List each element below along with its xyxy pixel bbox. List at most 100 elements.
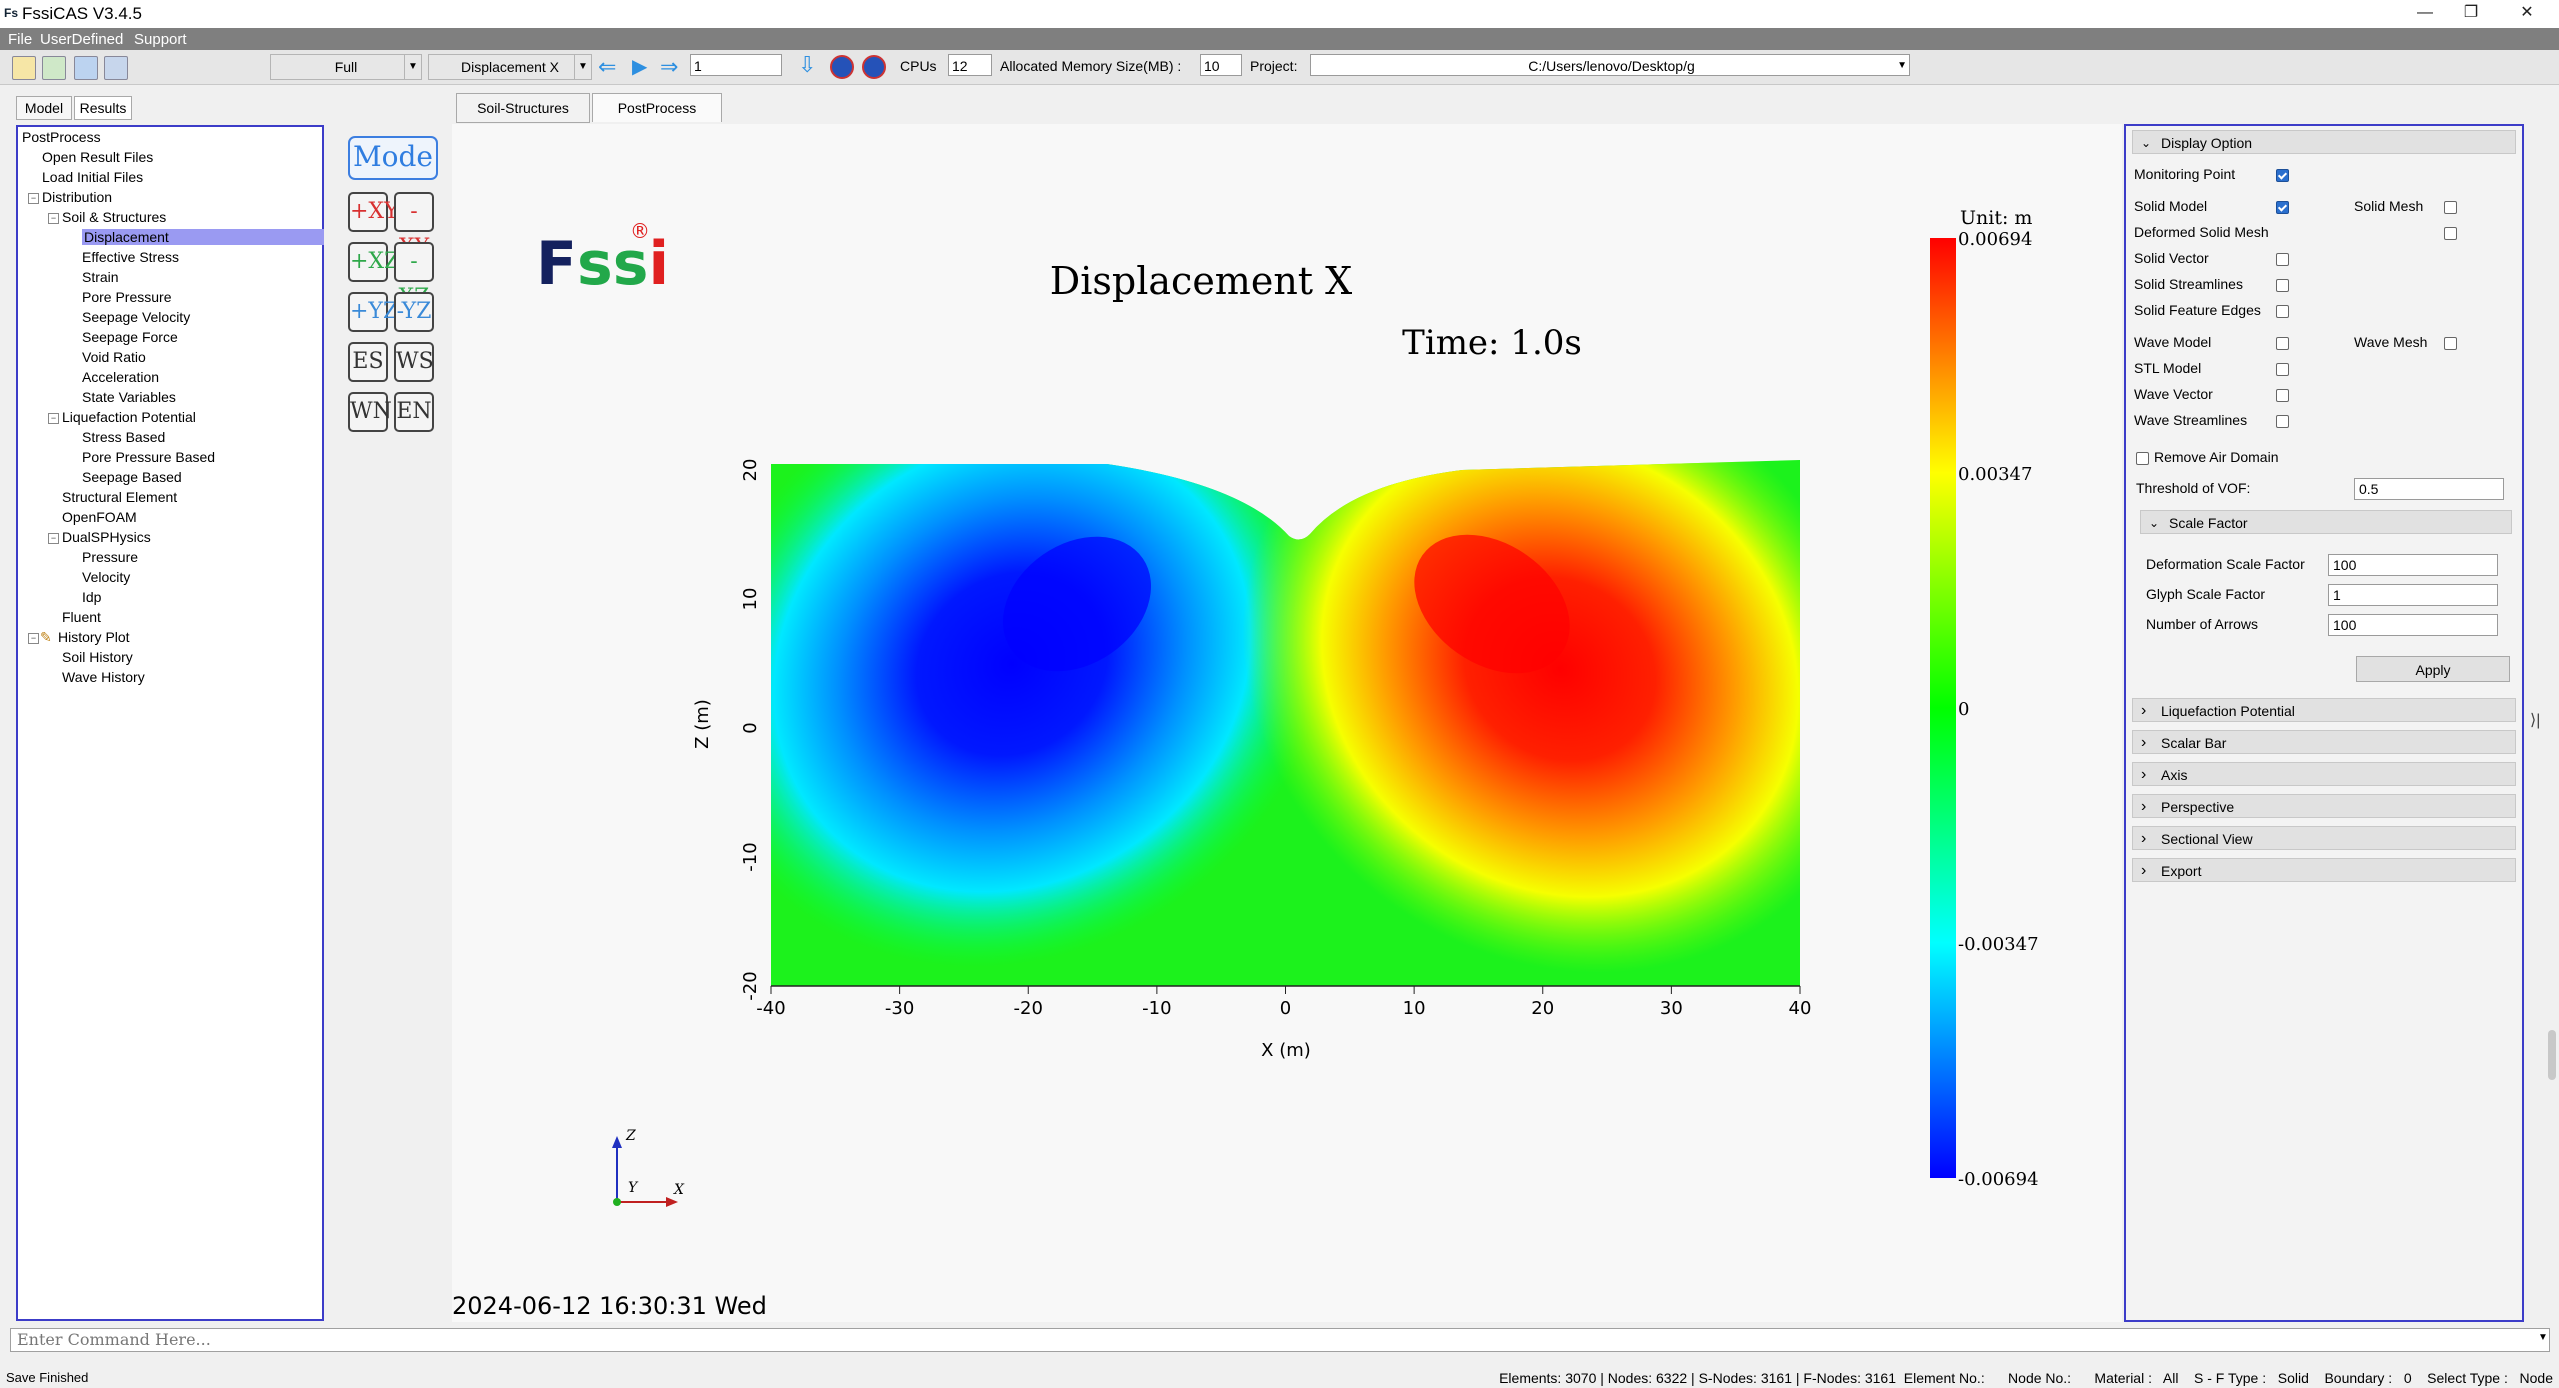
tree-item[interactable]: Seepage Force — [82, 329, 178, 345]
option-checkbox[interactable] — [2276, 201, 2289, 214]
save-icon[interactable] — [74, 56, 98, 80]
tree-item[interactable]: Void Ratio — [82, 349, 146, 365]
remove-air-checkbox[interactable] — [2136, 452, 2149, 465]
expand-toggle-icon[interactable]: − — [48, 213, 59, 224]
menu-file[interactable]: File — [8, 31, 32, 48]
glyph-scale-input[interactable]: 1 — [2328, 584, 2498, 606]
option-checkbox[interactable] — [2276, 363, 2289, 376]
expand-toggle-icon[interactable]: − — [28, 193, 39, 204]
layout-icon[interactable] — [104, 56, 128, 80]
view-button-neg-yz[interactable]: -YZ — [394, 292, 434, 332]
section-axis[interactable]: › Axis — [2132, 762, 2516, 786]
tree-item[interactable]: Soil History — [62, 649, 133, 665]
expand-toggle-icon[interactable]: − — [48, 533, 59, 544]
open-folder-icon[interactable] — [12, 56, 36, 80]
number-of-arrows-input[interactable]: 100 — [2328, 614, 2498, 636]
minimize-icon[interactable]: — — [2410, 2, 2440, 24]
tree-item[interactable]: Seepage Velocity — [82, 309, 190, 325]
tree-item[interactable]: Effective Stress — [82, 249, 179, 265]
view-button-wn[interactable]: WN — [348, 392, 392, 432]
tree-item[interactable]: Seepage Based — [82, 469, 182, 485]
tree-item[interactable]: Pressure — [82, 549, 138, 565]
command-input[interactable]: Enter Command Here... — [10, 1328, 2550, 1352]
option-checkbox[interactable] — [2444, 337, 2457, 350]
section-scale-factor[interactable]: ⌄ Scale Factor — [2140, 510, 2512, 534]
project-path-select[interactable]: C:/Users/lenovo/Desktop/g ▼ — [1310, 54, 1910, 76]
tree-item[interactable]: Soil & Structures — [62, 209, 166, 225]
step-back-icon[interactable]: ⇐ — [598, 54, 616, 80]
tab-results[interactable]: Results — [74, 96, 132, 120]
option-checkbox[interactable] — [2444, 227, 2457, 240]
option-checkbox[interactable] — [2276, 415, 2289, 428]
tree-item[interactable]: Acceleration — [82, 369, 159, 385]
threshold-input[interactable]: 0.5 — [2354, 478, 2504, 500]
tree-item[interactable]: Fluent — [62, 609, 101, 625]
view-button-posneg-xy[interactable]: +XY — [348, 192, 399, 232]
tree-item[interactable]: PostProcess — [22, 129, 101, 145]
option-checkbox[interactable] — [2276, 389, 2289, 402]
tree-item[interactable]: Idp — [82, 589, 101, 605]
tree-item[interactable]: Stress Based — [82, 429, 165, 445]
play-icon[interactable]: ▶ — [632, 54, 647, 79]
option-checkbox[interactable] — [2276, 169, 2289, 182]
memory-input[interactable]: 10 — [1200, 54, 1242, 76]
tree-item[interactable]: Pore Pressure Based — [82, 449, 215, 465]
view-button-en[interactable]: EN — [394, 392, 434, 432]
new-project-icon[interactable] — [42, 56, 66, 80]
tree-item[interactable]: Distribution — [42, 189, 112, 205]
section-scalar-bar[interactable]: › Scalar Bar — [2132, 730, 2516, 754]
tree-item[interactable]: Strain — [82, 269, 119, 285]
mode-button[interactable]: Mode — [348, 136, 438, 180]
tab-soil-structures[interactable]: Soil-Structures — [456, 93, 590, 123]
tree-item[interactable]: Wave History — [62, 669, 145, 685]
section-liquefaction-potential[interactable]: › Liquefaction Potential — [2132, 698, 2516, 722]
expand-toggle-icon[interactable]: − — [28, 633, 39, 644]
option-checkbox[interactable] — [2276, 305, 2289, 318]
expand-toggle-icon[interactable]: − — [48, 413, 59, 424]
deformation-scale-input[interactable]: 100 — [2328, 554, 2498, 576]
view-button-posneg-xz[interactable]: +XZ — [348, 242, 399, 282]
tab-postprocess[interactable]: PostProcess — [592, 93, 722, 122]
option-checkbox[interactable] — [2276, 279, 2289, 292]
tree-item[interactable]: State Variables — [82, 389, 176, 405]
maximize-icon[interactable]: ❐ — [2456, 2, 2486, 24]
section-display-option[interactable]: ⌄ Display Option — [2132, 130, 2516, 154]
view-button-ws[interactable]: WS — [394, 342, 434, 382]
cpus-input[interactable]: 12 — [948, 54, 992, 76]
chevron-down-icon[interactable]: ▼ — [2538, 1332, 2548, 1343]
tree-item[interactable]: Velocity — [82, 569, 130, 585]
tree-item[interactable]: Open Result Files — [42, 149, 153, 165]
view-button-neg-xy[interactable]: -XY — [394, 192, 434, 260]
view-button-es[interactable]: ES — [348, 342, 388, 382]
section-sectional-view[interactable]: › Sectional View — [2132, 826, 2516, 850]
view-button-neg-xz[interactable]: -XZ — [394, 242, 434, 310]
tree-item[interactable]: DualSPHysics — [62, 529, 151, 545]
screenshot-icon[interactable] — [862, 55, 886, 79]
tree-item[interactable]: Pore Pressure — [82, 289, 171, 305]
view-button-posneg-yz[interactable]: +YZ — [348, 292, 398, 332]
menu-support[interactable]: Support — [134, 31, 187, 48]
tree-item[interactable]: OpenFOAM — [62, 509, 137, 525]
section-export[interactable]: › Export — [2132, 858, 2516, 882]
viewer-3d[interactable]: Fssi ® Displacement X Time: 1.0s -40 -30-… — [452, 124, 2122, 1322]
option-checkbox[interactable] — [2276, 253, 2289, 266]
tree-item[interactable]: Liquefaction Potential — [62, 409, 196, 425]
tree-item[interactable]: Load Initial Files — [42, 169, 143, 185]
tree-item[interactable]: Displacement — [82, 229, 324, 245]
apply-button[interactable]: Apply — [2356, 656, 2510, 682]
tree-item[interactable]: Structural Element — [62, 489, 177, 505]
scrollbar-handle[interactable] — [2548, 1030, 2556, 1080]
download-icon[interactable]: ⇩ — [798, 52, 816, 78]
menu-userdefined[interactable]: UserDefined — [40, 31, 123, 48]
tab-model[interactable]: Model — [16, 96, 72, 120]
result-field-select[interactable]: Displacement X ▼ — [428, 54, 592, 80]
section-perspective[interactable]: › Perspective — [2132, 794, 2516, 818]
collapse-panel-icon[interactable]: ⟩| — [2530, 710, 2540, 730]
option-checkbox[interactable] — [2276, 337, 2289, 350]
record-icon[interactable] — [830, 55, 854, 79]
view-mode-select[interactable]: Full ▼ — [270, 54, 422, 80]
option-checkbox[interactable] — [2444, 201, 2457, 214]
step-forward-icon[interactable]: ⇒ — [660, 54, 678, 80]
tree-item[interactable]: History Plot — [58, 629, 130, 645]
step-input[interactable]: 1 — [690, 54, 782, 76]
